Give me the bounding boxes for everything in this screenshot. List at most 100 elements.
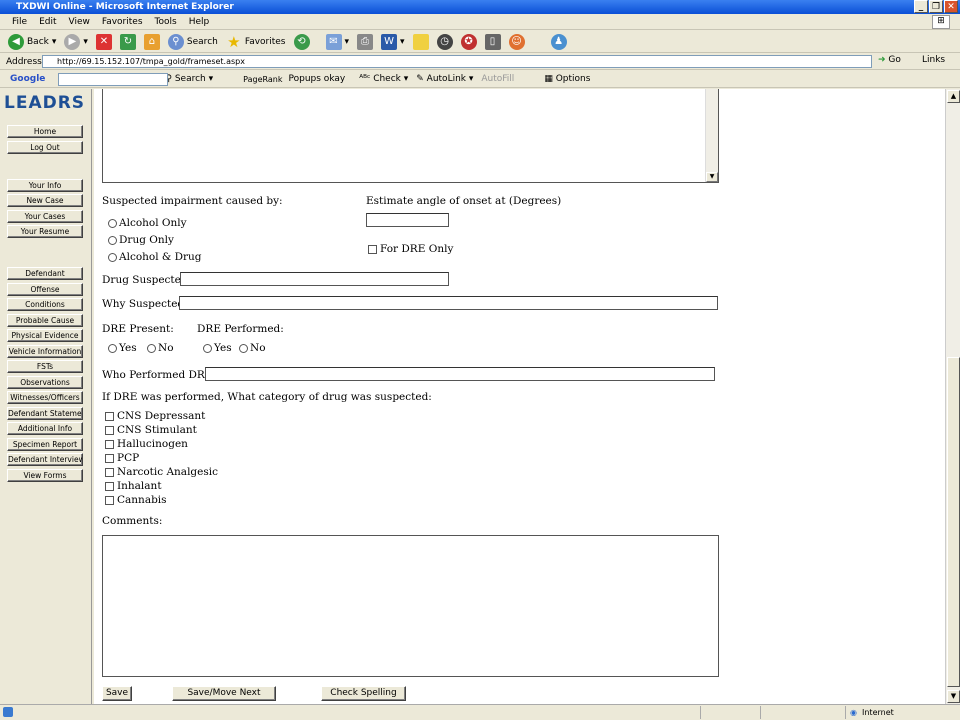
address-input[interactable]: http://69.15.152.107/tmpa_gold/frameset.…: [42, 55, 872, 68]
cns-depressant-checkbox[interactable]: [105, 412, 114, 421]
autolink-button[interactable]: ✎ AutoLink ▾: [416, 74, 473, 84]
angle-input[interactable]: [366, 213, 449, 227]
research-icon: ☺: [508, 33, 525, 50]
cns-stimulant-checkbox[interactable]: [105, 426, 114, 435]
dre-performed-yes-label: Yes: [214, 342, 232, 354]
page-scroll-down-icon[interactable]: ▼: [947, 690, 960, 703]
autofill-button[interactable]: AutoFill: [481, 74, 514, 84]
google-search-button[interactable]: ⚲ Search ▾: [165, 74, 213, 84]
edit-button[interactable]: W ▾: [381, 33, 405, 50]
stop-button[interactable]: ✕: [95, 33, 112, 50]
popups-button[interactable]: Popups okay: [289, 74, 346, 84]
menu-help[interactable]: Help: [189, 17, 210, 27]
dre-performed-no-radio[interactable]: [239, 344, 248, 353]
spellcheck-button[interactable]: ᴬᴮᶜ Check ▾: [359, 74, 408, 84]
nav-physical-evidence-button[interactable]: Physical Evidence: [7, 329, 83, 342]
refresh-button[interactable]: ↻: [119, 33, 136, 50]
why-suspected-input[interactable]: [179, 296, 718, 310]
links-button[interactable]: Links: [922, 55, 945, 65]
cannabis-checkbox[interactable]: [105, 496, 114, 505]
menu-favorites[interactable]: Favorites: [102, 17, 143, 27]
history-button[interactable]: ⟲: [293, 33, 310, 50]
minimize-button[interactable]: _: [914, 0, 928, 13]
nav-new-case-button[interactable]: New Case: [7, 194, 83, 207]
nav-conditions-button[interactable]: Conditions: [7, 298, 83, 311]
hallucinogen-checkbox[interactable]: [105, 440, 114, 449]
messenger-button[interactable]: ✪: [460, 33, 477, 50]
home-icon: ⌂: [143, 33, 160, 50]
dre-performed-yes-radio[interactable]: [203, 344, 212, 353]
notes-button[interactable]: [412, 33, 429, 50]
inhalant-checkbox[interactable]: [105, 482, 114, 491]
save-button[interactable]: Save: [102, 686, 132, 701]
scroll-down-arrow-icon[interactable]: ▼: [706, 172, 718, 182]
nav-fsts-button[interactable]: FSTs: [7, 360, 83, 373]
narcotic-analgesic-checkbox[interactable]: [105, 468, 114, 477]
nav-defendant-button[interactable]: Defendant: [7, 267, 83, 280]
note-icon: [412, 33, 429, 50]
nav-observations-button[interactable]: Observations: [7, 376, 83, 389]
device-button[interactable]: ▯: [484, 33, 501, 50]
who-performed-input[interactable]: [205, 367, 715, 381]
star-icon: ★: [227, 32, 241, 51]
forward-button[interactable]: ▶ ▾: [64, 33, 88, 50]
favorites-label: Favorites: [244, 36, 286, 47]
comments-textarea[interactable]: [102, 535, 719, 677]
nav-your-cases-button[interactable]: Your Cases: [7, 210, 83, 223]
nav-your-resume-button[interactable]: Your Resume: [7, 225, 83, 238]
textarea-scrollbar[interactable]: ▼: [705, 89, 718, 182]
menu-view[interactable]: View: [69, 17, 90, 27]
search-button[interactable]: ⚲ Search: [167, 33, 218, 50]
nav-offense-button[interactable]: Offense: [7, 283, 83, 296]
restore-button[interactable]: ❐: [929, 0, 943, 13]
drug-suspected-input[interactable]: [180, 272, 449, 286]
menu-tools[interactable]: Tools: [155, 17, 177, 27]
page-scroll-thumb[interactable]: [947, 357, 960, 687]
dre-present-no-radio[interactable]: [147, 344, 156, 353]
favorites-button[interactable]: ★ Favorites: [226, 32, 286, 51]
alcohol-only-radio[interactable]: [108, 219, 117, 228]
status-divider: [700, 706, 701, 719]
comments-label: Comments:: [102, 515, 163, 527]
nav-additional-info-button[interactable]: Additional Info: [7, 422, 83, 435]
nav-witnesses-officers-button[interactable]: Witnesses/Officers: [7, 391, 83, 404]
nav-probable-cause-button[interactable]: Probable Cause: [7, 314, 83, 327]
people-button[interactable]: ♟: [550, 33, 567, 50]
nav-logout-button[interactable]: Log Out: [7, 141, 83, 154]
previous-notes-textarea[interactable]: ▼: [102, 89, 719, 183]
options-button[interactable]: ▦ Options: [544, 74, 590, 84]
nav-defendant-interview-button[interactable]: Defendant Interview: [7, 453, 83, 466]
dre-performed-no-label: No: [250, 342, 266, 354]
home-button[interactable]: ⌂: [143, 33, 160, 50]
research-button[interactable]: ☺: [508, 33, 525, 50]
check-spelling-button[interactable]: Check Spelling: [321, 686, 406, 701]
nav-your-info-button[interactable]: Your Info: [7, 179, 83, 192]
page-scroll-up-icon[interactable]: ▲: [947, 90, 960, 103]
google-search-input[interactable]: [58, 73, 168, 86]
page-scrollbar[interactable]: ▲ ▼: [945, 89, 960, 704]
save-move-next-button[interactable]: Save/Move Next: [172, 686, 276, 701]
mail-button[interactable]: ✉ ▾: [325, 33, 349, 50]
clock-button[interactable]: ◷: [436, 33, 453, 50]
go-button[interactable]: ➜ Go: [878, 55, 901, 65]
angle-label: Estimate angle of onset at (Degrees): [366, 195, 562, 207]
print-button[interactable]: ⎙: [357, 33, 374, 50]
nav-vehicle-information-button[interactable]: Vehicle Information: [7, 345, 83, 358]
navigation-frame: LEADRS Home Log Out Your Info New Case Y…: [0, 89, 92, 704]
google-logo[interactable]: Google: [10, 74, 45, 84]
nav-defendant-statement-button[interactable]: Defendant Statement: [7, 407, 83, 420]
device-icon: ▯: [484, 33, 501, 50]
alcohol-drug-radio[interactable]: [108, 253, 117, 262]
back-button[interactable]: ◀ Back ▾: [8, 33, 56, 50]
drug-only-radio[interactable]: [108, 236, 117, 245]
pcp-checkbox[interactable]: [105, 454, 114, 463]
dre-present-yes-radio[interactable]: [108, 344, 117, 353]
close-button[interactable]: ✕: [944, 0, 958, 13]
nav-specimen-report-button[interactable]: Specimen Report: [7, 438, 83, 451]
dre-only-checkbox[interactable]: [368, 245, 377, 254]
nav-view-forms-button[interactable]: View Forms: [7, 469, 83, 482]
alcohol-only-label: Alcohol Only: [119, 217, 187, 229]
menu-edit[interactable]: Edit: [39, 17, 56, 27]
nav-home-button[interactable]: Home: [7, 125, 83, 138]
menu-file[interactable]: File: [12, 17, 27, 27]
